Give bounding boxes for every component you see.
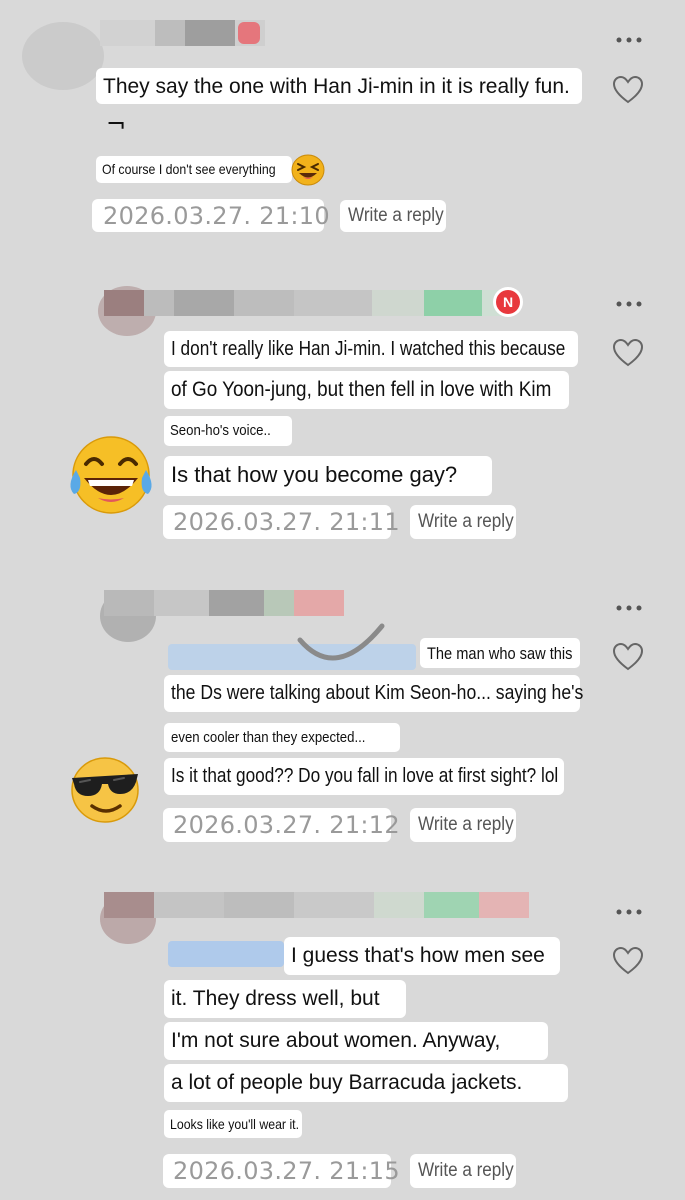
comment-text-line: I'm not sure about women. Anyway, (164, 1022, 548, 1060)
comment-text-line: even cooler than they expected... (164, 723, 400, 752)
comment-text-line: it. They dress well, but (164, 980, 406, 1018)
blurred-username (104, 890, 534, 920)
write-reply-button[interactable]: Write a reply (410, 1154, 516, 1188)
more-options-icon[interactable] (616, 301, 642, 307)
comment-small-text: Of course I don't see everything (96, 156, 292, 183)
badge: N (496, 290, 520, 314)
timestamp: 2026.03.27. 21:11 (173, 508, 400, 536)
timestamp: 2026.03.27. 21:15 (173, 1157, 400, 1185)
comment-text-line: the Ds were talking about Kim Seon-ho...… (164, 675, 583, 712)
avatar[interactable] (22, 22, 104, 90)
more-options-icon[interactable] (616, 37, 642, 43)
corner-mark: ¬ (106, 110, 127, 138)
tears-of-joy-emoji (70, 436, 152, 514)
timestamp: 2026.03.27. 21:10 (103, 202, 330, 230)
comment-text-line: The man who saw this (420, 638, 580, 668)
timestamp: 2026.03.27. 21:12 (173, 811, 400, 839)
heart-icon[interactable] (613, 339, 643, 367)
blurred-username (100, 20, 270, 50)
blurred-username (104, 588, 354, 618)
heart-icon[interactable] (613, 643, 643, 671)
heart-icon[interactable] (613, 76, 643, 104)
comment-small-text: Looks like you'll wear it. (164, 1110, 302, 1138)
more-options-icon[interactable] (616, 605, 642, 611)
comment-text-line: Seon-ho's voice.. (164, 416, 292, 446)
comment-text-line: They say the one with Han Ji-min in it i… (96, 68, 582, 104)
comment-text-line: a lot of people buy Barracuda jackets. (164, 1064, 568, 1102)
decorative-arc (297, 623, 385, 661)
comment-text-line: Is that how you become gay? (164, 456, 492, 496)
timestamp-bubble: 2026.03.27. 21:12 (163, 808, 400, 842)
comment-text-line: of Go Yoon-jung, but then fell in love w… (164, 371, 569, 409)
write-reply-button[interactable]: Write a reply (410, 505, 516, 539)
more-options-icon[interactable] (616, 909, 642, 915)
heart-icon[interactable] (613, 947, 643, 975)
comment-text-line: I don't really like Han Ji-min. I watche… (164, 331, 578, 367)
blurred-quote-source (168, 941, 284, 967)
comment-text-line: I guess that's how men see (284, 937, 560, 975)
squint-laugh-emoji (291, 154, 325, 186)
write-reply-button[interactable]: Write a reply (340, 200, 446, 232)
sunglasses-emoji (71, 757, 139, 823)
timestamp-bubble: 2026.03.27. 21:11 (163, 505, 400, 539)
comment-text-line: Is it that good?? Do you fall in love at… (164, 758, 564, 795)
blurred-username (104, 288, 534, 318)
timestamp-bubble: 2026.03.27. 21:15 (163, 1154, 400, 1188)
write-reply-button[interactable]: Write a reply (410, 808, 516, 842)
timestamp-bubble: 2026.03.27. 21:10 (92, 199, 330, 232)
